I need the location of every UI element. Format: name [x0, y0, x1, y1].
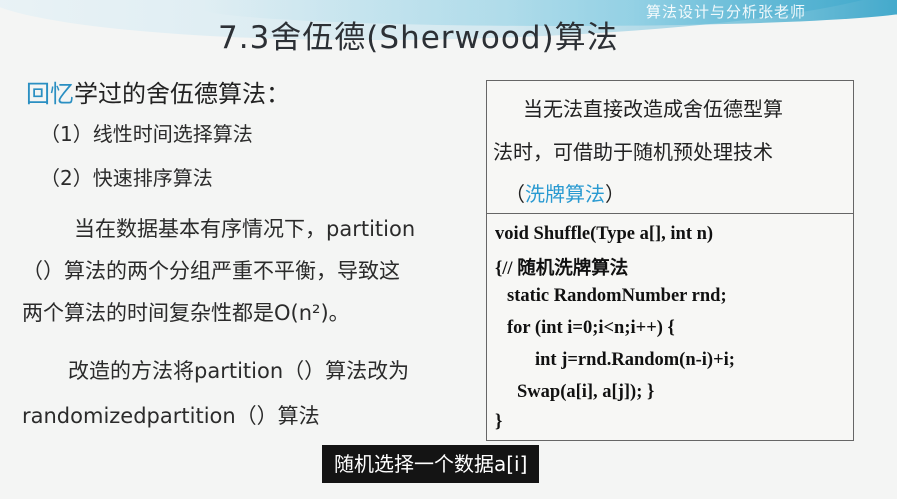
code-line: {// 随机洗牌算法: [495, 259, 629, 279]
list-item: （1）线性时间选择算法: [40, 122, 253, 146]
slide: 算法设计与分析张老师 7.3舍伍德(Sherwood)算法 回忆学过的舍伍德算法…: [0, 0, 897, 499]
video-subtitle: 随机选择一个数据a[i]: [322, 445, 540, 483]
code-line: void Shuffle(Type a[], int n): [495, 224, 714, 244]
recall-accent: 回忆: [26, 80, 74, 108]
paragraph-line: 改造的方法将partition（）算法改为: [68, 359, 410, 383]
slide-title: 7.3舍伍德(Sherwood)算法: [218, 20, 619, 56]
recall-heading: 回忆学过的舍伍德算法：: [26, 74, 290, 109]
code-block: void Shuffle(Type a[], int n) {// 随机洗牌算法…: [486, 213, 854, 441]
preprocessing-note-box: 当无法直接改造成舍伍德型算 法时，可借助于随机预处理技术 （洗牌算法）: [486, 80, 854, 215]
note-line: （洗牌算法）: [505, 178, 625, 207]
code-line: int j=rnd.Random(n-i)+i;: [535, 350, 735, 370]
code-line: Swap(a[i], a[j]); }: [517, 382, 655, 402]
paragraph-line: 当在数据基本有序情况下，partition: [74, 217, 416, 241]
note-line: 当无法直接改造成舍伍德型算: [523, 97, 783, 121]
paren-open: （: [505, 182, 525, 206]
code-line: }: [495, 412, 503, 432]
paragraph-line: randomizedpartition（）算法: [22, 404, 320, 428]
paragraph-partition: 当在数据基本有序情况下，partition （）算法的两个分组严重不平衡，导致这…: [0, 208, 470, 334]
paragraph-improvement: 改造的方法将partition（）算法改为 randomizedpartitio…: [0, 349, 470, 439]
paragraph-line: 两个算法的时间复杂性都是O(n²)。: [22, 301, 350, 325]
note-line: 法时，可借助于随机预处理技术: [493, 140, 773, 164]
code-line: for (int i=0;i<n;i++) {: [507, 318, 675, 338]
paragraph-line: （）算法的两个分组严重不平衡，导致这: [22, 259, 400, 283]
shuffle-algorithm-label: 洗牌算法: [525, 182, 605, 206]
recall-rest: 学过的舍伍德算法：: [74, 80, 290, 108]
list-item: （2）快速排序算法: [40, 166, 213, 190]
watermark: 算法设计与分析张老师: [646, 3, 807, 21]
paren-close: ）: [605, 182, 625, 206]
code-line: static RandomNumber rnd;: [507, 286, 727, 306]
